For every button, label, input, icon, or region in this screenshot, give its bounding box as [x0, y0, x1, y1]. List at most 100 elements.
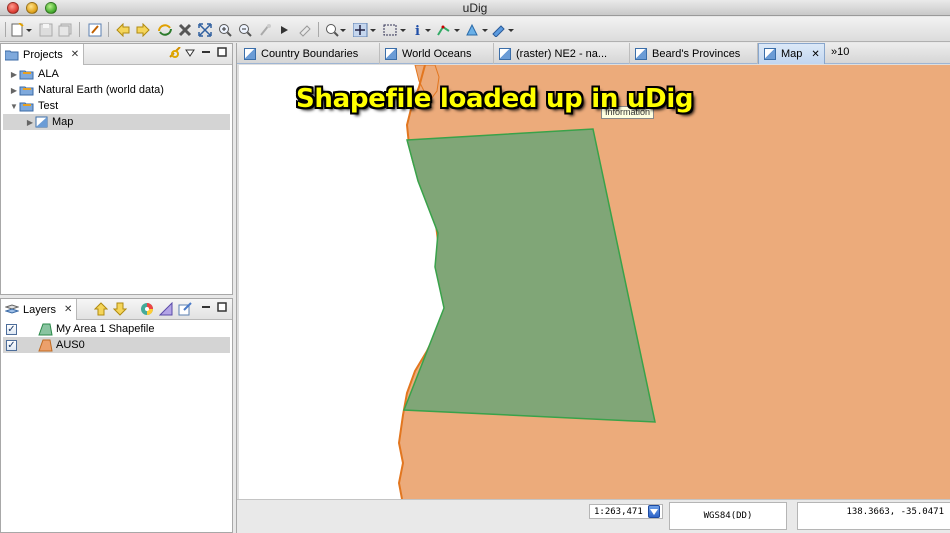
tab-raster-ne2[interactable]: (raster) NE2 - na... — [494, 43, 630, 64]
zoom-extent-button[interactable] — [197, 21, 213, 38]
style-layer-button[interactable] — [140, 302, 154, 319]
toolbar-separator — [318, 22, 319, 37]
layer-visibility-checkbox[interactable]: ✓ — [6, 323, 17, 335]
new-dropdown-button[interactable] — [10, 21, 34, 38]
forward-button[interactable] — [135, 21, 151, 38]
expand-arrow-icon[interactable]: ▶ — [9, 69, 19, 79]
magnifier-icon — [326, 23, 346, 37]
color-wheel-icon — [141, 303, 153, 315]
move-layer-up-button[interactable] — [93, 302, 109, 319]
save-all-icon — [58, 23, 72, 36]
layers-panel-header: Layers ✕ — [1, 299, 232, 320]
maximize-projects-button[interactable] — [217, 47, 227, 60]
map-svg — [397, 65, 950, 499]
link-with-editor-button[interactable] — [168, 46, 182, 64]
layer-row-aus0[interactable]: ✓ AUS0 — [3, 337, 230, 353]
crs-field[interactable]: WGS84(DD) — [669, 502, 787, 530]
toolbar-separator — [5, 22, 6, 37]
project-icon — [19, 86, 34, 96]
zoom-tool-dropdown[interactable] — [324, 21, 348, 38]
pan-tool-dropdown[interactable] — [352, 21, 378, 38]
refresh-icon — [158, 23, 172, 36]
tree-item-natural-earth[interactable]: ▶ Natural Earth (world data) — [9, 82, 230, 98]
coordinates-field: 138.3663, -35.0471 — [797, 502, 950, 530]
polygon-layer-icon — [38, 323, 53, 335]
selection-icon — [383, 24, 406, 35]
map-icon — [385, 47, 397, 60]
tab-country-boundaries[interactable]: Country Boundaries — [239, 43, 380, 64]
svg-text:i: i — [415, 24, 420, 37]
close-layers-tab-button[interactable]: ✕ — [64, 304, 72, 315]
layer-visibility-checkbox[interactable]: ✓ — [6, 339, 17, 351]
minimize-projects-button[interactable] — [201, 47, 211, 60]
projects-panel: Projects ✕ ▶ ALA ▶ Natural Earth (world … — [0, 43, 233, 295]
info-icon: i — [415, 24, 431, 37]
maximize-layers-button[interactable] — [217, 302, 227, 315]
map-icon — [635, 47, 647, 60]
zoom-in-icon — [219, 23, 232, 37]
save-all-button[interactable] — [57, 21, 73, 38]
polygon-layer-icon — [38, 339, 53, 351]
edit-button[interactable] — [87, 21, 103, 38]
map-canvas[interactable] — [239, 65, 950, 499]
zoom-out-button[interactable] — [237, 21, 253, 38]
layers-icon — [5, 303, 19, 314]
map-icon — [35, 116, 48, 128]
scale-value: 1:263,471 — [594, 506, 643, 517]
selection-tool-dropdown[interactable] — [382, 21, 408, 38]
draw-tool-dropdown[interactable] — [436, 21, 462, 38]
tab-layers[interactable]: Layers ✕ — [1, 299, 78, 320]
chevron-down-icon — [650, 508, 658, 515]
view-menu-button[interactable] — [185, 48, 195, 61]
edit-layer-button[interactable] — [158, 301, 173, 319]
next-button[interactable] — [277, 21, 293, 38]
zoom-in-button[interactable] — [217, 21, 233, 38]
draw-line-icon — [437, 25, 460, 36]
map-icon — [244, 47, 256, 60]
tree-item-map[interactable]: ▶ Map — [3, 114, 230, 130]
tree-item-test[interactable]: ▼ Test — [9, 98, 230, 114]
refresh-button[interactable] — [156, 21, 174, 38]
layer-row-my-area-1[interactable]: ✓ My Area 1 Shapefile — [6, 321, 230, 337]
edit-layer-icon — [158, 301, 173, 316]
status-bar: 1:263,471 WGS84(DD) 138.3663, -35.0471 — [237, 499, 950, 533]
tab-world-oceans[interactable]: World Oceans — [380, 43, 494, 64]
layers-panel: Layers ✕ ✓ My Area 1 Shapefile ✓ AUS0 — [0, 298, 233, 533]
feature-tool-icon — [492, 24, 514, 37]
headline-annotation: Shapefile loaded up in uDig — [296, 84, 694, 114]
layer-label: AUS0 — [56, 339, 85, 351]
new-icon — [11, 22, 32, 36]
next-icon — [281, 25, 288, 34]
stop-button[interactable] — [177, 21, 193, 38]
crs-value: WGS84(DD) — [703, 511, 753, 521]
save-button[interactable] — [38, 21, 54, 38]
map-icon — [764, 48, 776, 60]
arrow-down-icon — [112, 302, 128, 316]
tab-projects[interactable]: Projects ✕ — [1, 44, 85, 65]
editor-tab-bar: Country Boundaries World Oceans (raster)… — [237, 43, 950, 64]
info-tool-dropdown[interactable]: i — [412, 21, 434, 38]
move-layer-down-button[interactable] — [112, 302, 128, 319]
pan-button[interactable] — [257, 21, 273, 38]
clear-button[interactable] — [297, 21, 313, 38]
collapse-arrow-icon[interactable]: ▼ — [9, 101, 19, 111]
minimize-layers-button[interactable] — [201, 302, 211, 315]
eraser-icon — [299, 24, 311, 37]
close-map-tab-button[interactable]: ✕ — [811, 49, 819, 60]
edit-geometry-dropdown[interactable] — [464, 21, 490, 38]
tab-map[interactable]: Map ✕ — [758, 43, 825, 64]
tab-label: (raster) NE2 - na... — [516, 47, 608, 60]
tree-item-ala[interactable]: ▶ ALA — [9, 66, 230, 82]
feature-tool-dropdown[interactable] — [490, 21, 516, 38]
back-button[interactable] — [115, 21, 131, 38]
layer-properties-button[interactable] — [178, 302, 192, 319]
scale-dropdown-button[interactable] — [648, 505, 660, 518]
tab-beards-provinces[interactable]: Beard's Provinces — [630, 43, 758, 64]
expand-arrow-icon[interactable]: ▶ — [9, 85, 19, 95]
projects-folder-icon — [5, 50, 19, 60]
close-projects-tab-button[interactable]: ✕ — [71, 49, 79, 60]
tree-item-label: Test — [38, 100, 59, 112]
map-icon — [499, 47, 511, 60]
expand-arrow-icon[interactable]: ▶ — [25, 117, 35, 127]
more-tabs-button[interactable]: »10 — [831, 46, 849, 58]
